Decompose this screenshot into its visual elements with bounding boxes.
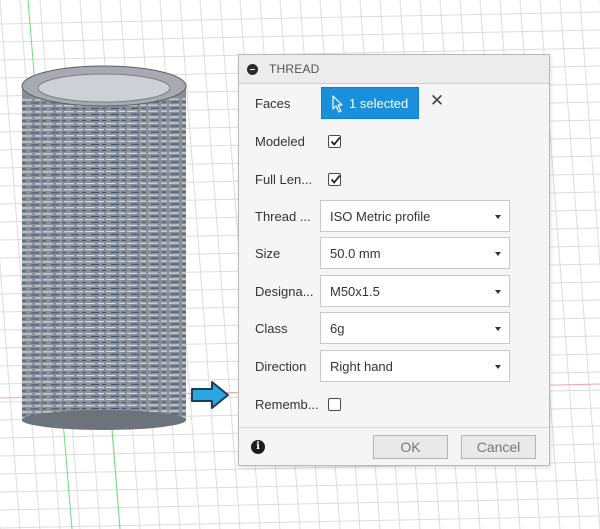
designation-label: Designa...	[255, 284, 314, 299]
thread-type-select[interactable]: ISO Metric profile	[320, 200, 510, 232]
full-length-checkbox[interactable]	[328, 173, 341, 186]
chevron-down-icon	[495, 215, 501, 219]
chevron-down-icon	[495, 327, 501, 331]
checkmark-icon	[330, 174, 341, 184]
faces-selection-button[interactable]: 1 selected	[321, 87, 419, 119]
remember-label: Rememb...	[255, 397, 319, 412]
cursor-icon	[332, 95, 343, 113]
faces-selection-value: 1 selected	[349, 96, 409, 111]
collapse-icon[interactable]	[247, 64, 258, 75]
cancel-button[interactable]: Cancel	[461, 435, 536, 459]
direction-label: Direction	[255, 359, 307, 374]
remember-checkbox[interactable]	[328, 398, 341, 411]
class-select[interactable]: 6g	[320, 312, 510, 344]
thread-type-value: ISO Metric profile	[330, 209, 431, 224]
size-select[interactable]: 50.0 mm	[320, 237, 510, 269]
dialog-title: THREAD	[269, 62, 320, 76]
chevron-down-icon	[495, 252, 501, 256]
info-icon[interactable]: i	[251, 440, 265, 454]
thread-type-label: Thread ...	[255, 209, 311, 224]
size-label: Size	[255, 246, 281, 261]
direction-value: Right hand	[330, 359, 393, 374]
threaded-cylinder[interactable]	[21, 65, 187, 430]
size-value: 50.0 mm	[330, 246, 381, 261]
designation-value: M50x1.5	[330, 284, 380, 299]
chevron-down-icon	[495, 365, 501, 369]
faces-label: Faces	[255, 96, 291, 111]
direction-select[interactable]: Right hand	[320, 350, 510, 382]
footer-divider	[239, 427, 549, 428]
arrow-right-icon	[191, 381, 229, 409]
class-label: Class	[255, 321, 288, 336]
class-value: 6g	[330, 321, 345, 336]
ok-button[interactable]: OK	[373, 435, 448, 459]
dialog-titlebar: THREAD	[239, 55, 549, 84]
thread-dialog: THREAD Faces 1 selected ✕ Modeled Full L…	[238, 54, 550, 466]
close-icon[interactable]: ✕	[429, 92, 445, 109]
checkmark-icon	[330, 136, 341, 146]
chevron-down-icon	[495, 290, 501, 294]
y-axis-line-lower	[111, 429, 121, 529]
designation-select[interactable]: M50x1.5	[320, 275, 510, 307]
modeled-label: Modeled	[255, 134, 305, 149]
modeled-checkbox[interactable]	[328, 135, 341, 148]
full-length-label: Full Len...	[255, 172, 313, 187]
